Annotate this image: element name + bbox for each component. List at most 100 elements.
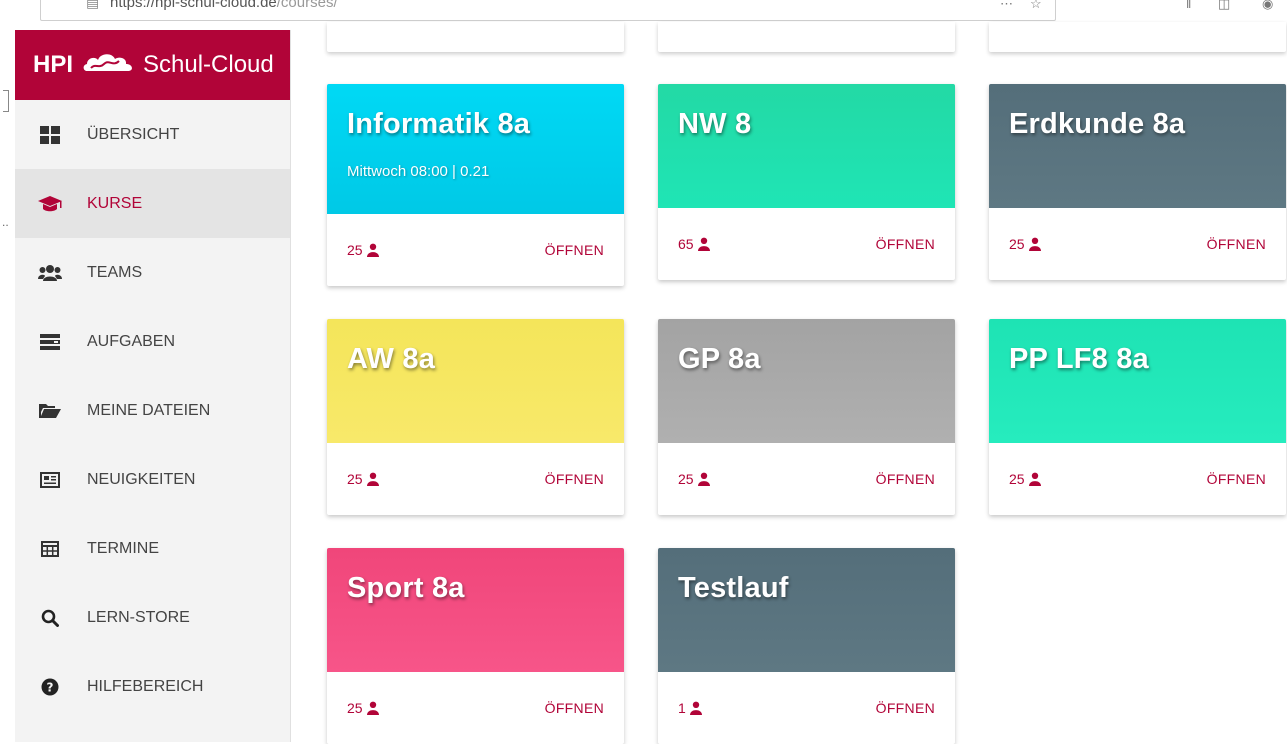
course-card-header[interactable]: Erdkunde 8a: [989, 84, 1286, 208]
sidebar-item-label: NEUIGKEITEN: [87, 470, 196, 488]
tasks-icon: [37, 332, 63, 352]
course-card[interactable]: Informatik 8a Mittwoch 08:00 | 0.21 25 Ö…: [327, 84, 624, 286]
sidebar-item-label: TERMINE: [87, 539, 159, 557]
sidebar-item-label: HILFEBEREICH: [87, 677, 204, 695]
course-title: NW 8: [678, 108, 752, 140]
course-card-header[interactable]: Testlauf: [658, 548, 955, 672]
course-title: Erdkunde 8a: [1009, 108, 1186, 140]
open-course-button[interactable]: ÖFFNEN: [1207, 471, 1266, 487]
folder-open-icon: [37, 401, 63, 421]
member-count: 25: [1009, 471, 1042, 487]
course-card[interactable]: AW 8a 25 ÖFFNEN: [327, 319, 624, 515]
course-card-header[interactable]: NW 8: [658, 84, 955, 208]
sidebar-item-label: LERN-STORE: [87, 608, 190, 626]
sidebar-item-aufgaben[interactable]: AUFGABEN: [15, 307, 290, 376]
course-card-partial: [327, 22, 624, 52]
open-course-button[interactable]: ÖFFNEN: [545, 471, 604, 487]
course-card-footer: 25 ÖFFNEN: [989, 208, 1286, 280]
open-course-button[interactable]: ÖFFNEN: [1207, 236, 1266, 252]
dashboard-icon: [37, 125, 63, 145]
member-count: 25: [347, 242, 380, 258]
svg-text:?: ?: [47, 680, 54, 694]
user-icon: [366, 243, 379, 257]
open-course-button[interactable]: ÖFFNEN: [876, 236, 935, 252]
member-count-value: 25: [1009, 471, 1025, 487]
course-card-footer: 25 ÖFFNEN: [658, 443, 955, 515]
sidebar-item-label: TEAMS: [87, 263, 143, 281]
member-count: 65: [678, 236, 711, 252]
course-title: GP 8a: [678, 343, 761, 375]
sidebar-item-kurse[interactable]: KURSE: [15, 169, 290, 238]
member-count: 25: [678, 471, 711, 487]
course-card-footer: 25 ÖFFNEN: [327, 214, 624, 286]
open-course-button[interactable]: ÖFFNEN: [545, 700, 604, 716]
users-icon: [37, 263, 63, 283]
graduation-cap-icon: [37, 194, 63, 214]
user-icon: [1028, 237, 1041, 251]
member-count-value: 25: [1009, 236, 1025, 252]
member-count: 1: [678, 700, 703, 716]
sidebar-item-teams[interactable]: TEAMS: [15, 238, 290, 307]
course-title: Informatik 8a: [347, 108, 531, 140]
brand-prefix: HPI: [33, 51, 74, 78]
member-count-value: 1: [678, 700, 686, 716]
sidebar-item-neuigkeiten[interactable]: NEUIGKEITEN: [15, 445, 290, 514]
sidebar-item-uebersicht[interactable]: ÜBERSICHT: [15, 100, 290, 169]
course-schedule: Mittwoch 08:00 | 0.21: [347, 163, 490, 180]
page-edge-dots: ..: [2, 215, 9, 229]
account-icon[interactable]: ◉: [1262, 0, 1273, 12]
course-card[interactable]: GP 8a 25 ÖFFNEN: [658, 319, 955, 515]
cloud-logo-icon: [81, 49, 137, 82]
course-card-footer: 25 ÖFFNEN: [327, 443, 624, 515]
sidebar-item-label: ÜBERSICHT: [87, 125, 180, 143]
course-card[interactable]: Erdkunde 8a 25 ÖFFNEN: [989, 84, 1286, 280]
search-icon: [37, 608, 63, 628]
user-icon: [366, 701, 379, 715]
brand-logo[interactable]: HPI Schul-Cloud: [15, 30, 290, 100]
sidebar-item-label: AUFGABEN: [87, 332, 176, 350]
member-count-value: 25: [678, 471, 694, 487]
user-icon: [697, 472, 710, 486]
course-title: AW 8a: [347, 343, 436, 375]
user-icon: [689, 701, 702, 715]
course-card-header[interactable]: PP LF8 8a: [989, 319, 1286, 443]
course-card-header[interactable]: AW 8a: [327, 319, 624, 443]
course-card-header[interactable]: GP 8a: [658, 319, 955, 443]
url-text[interactable]: https://hpi-schul-cloud.de/courses/: [110, 0, 338, 11]
member-count-value: 65: [678, 236, 694, 252]
url-path: /courses/: [276, 0, 338, 11]
question-circle-icon: ?: [37, 677, 63, 697]
page-edge-bracket: [3, 90, 9, 112]
sidebar-item-meine-dateien[interactable]: MEINE DATEIEN: [15, 376, 290, 445]
course-card-footer: 65 ÖFFNEN: [658, 208, 955, 280]
course-card[interactable]: PP LF8 8a 25 ÖFFNEN: [989, 319, 1286, 515]
sidebar-item-hilfebereich[interactable]: ? HILFEBEREICH: [15, 652, 290, 721]
sidebar-item-lern-store[interactable]: LERN-STORE: [15, 583, 290, 652]
course-card[interactable]: Sport 8a 25 ÖFFNEN: [327, 548, 624, 744]
user-icon: [697, 237, 710, 251]
library-icon[interactable]: ‖: [1186, 0, 1191, 11]
user-icon: [366, 472, 379, 486]
member-count-value: 25: [347, 471, 363, 487]
open-course-button[interactable]: ÖFFNEN: [545, 242, 604, 258]
open-course-button[interactable]: ÖFFNEN: [876, 471, 935, 487]
url-host: https://hpi-schul-cloud.de: [110, 0, 277, 11]
more-icon[interactable]: ⋯: [1000, 0, 1013, 12]
course-card-partial: [658, 22, 955, 52]
page-icon: ▤: [86, 0, 100, 10]
course-card-partial: [989, 22, 1286, 52]
open-course-button[interactable]: ÖFFNEN: [876, 700, 935, 716]
course-card-footer: 25 ÖFFNEN: [989, 443, 1286, 515]
newspaper-icon: [37, 470, 63, 490]
user-icon: [1028, 472, 1041, 486]
course-card[interactable]: Testlauf 1 ÖFFNEN: [658, 548, 955, 744]
sidebar-toggle-icon[interactable]: ◫: [1218, 0, 1230, 12]
course-card-header[interactable]: Sport 8a: [327, 548, 624, 672]
course-card[interactable]: NW 8 65 ÖFFNEN: [658, 84, 955, 280]
star-icon[interactable]: ☆: [1030, 0, 1042, 12]
course-card-header[interactable]: Informatik 8a Mittwoch 08:00 | 0.21: [327, 84, 624, 214]
sidebar-item-termine[interactable]: TERMINE: [15, 514, 290, 583]
member-count: 25: [347, 471, 380, 487]
browser-toolbar: ⓘ ▤ https://hpi-schul-cloud.de/courses/ …: [0, 0, 1287, 22]
course-card-footer: 1 ÖFFNEN: [658, 672, 955, 744]
